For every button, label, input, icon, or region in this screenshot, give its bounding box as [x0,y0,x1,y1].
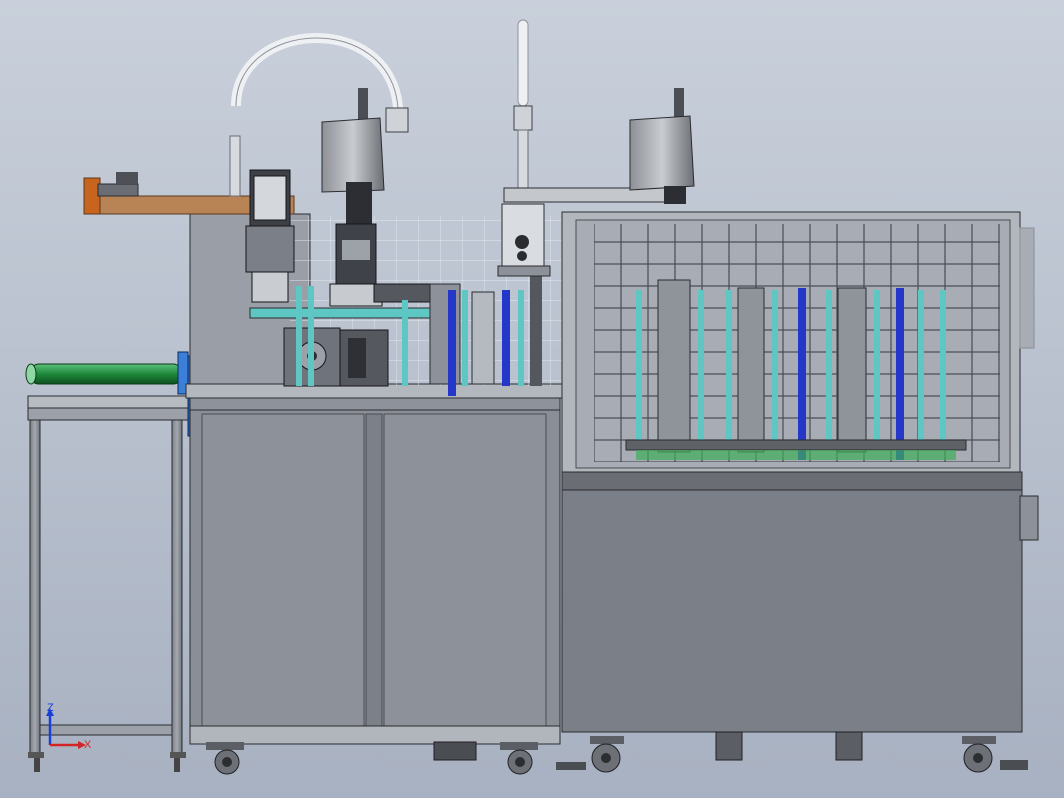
scara-arm [503,187,671,203]
safety-mesh-panel [594,224,1000,462]
green-roller [25,363,183,385]
triad-z-label: Z [47,702,54,714]
cad-assembly-view: Z X [0,0,1064,798]
triad-x-label: X [84,739,92,751]
